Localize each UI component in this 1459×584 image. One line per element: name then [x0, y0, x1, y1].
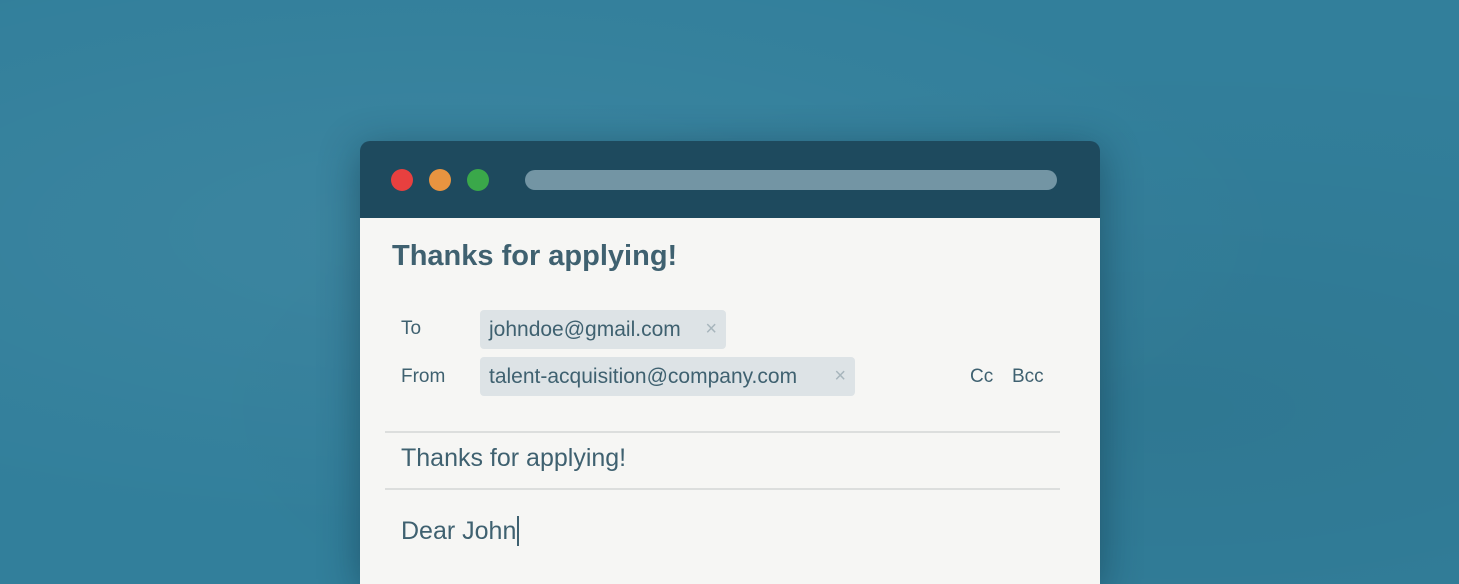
remove-sender-icon[interactable]: × — [834, 365, 846, 388]
message-body-text: Dear John — [401, 516, 517, 545]
from-label: From — [401, 366, 446, 387]
address-bar[interactable] — [525, 170, 1057, 190]
from-sender-chip[interactable]: talent-acquisition@company.com × — [480, 357, 855, 396]
to-recipient-email: johndoe@gmail.com — [489, 317, 681, 341]
cc-button[interactable]: Cc — [970, 366, 993, 388]
remove-recipient-icon[interactable]: × — [705, 318, 717, 341]
compose-content: Thanks for applying! To johndoe@gmail.co… — [360, 218, 1100, 584]
close-icon[interactable] — [391, 169, 413, 191]
divider — [385, 431, 1060, 433]
maximize-icon[interactable] — [467, 169, 489, 191]
message-body-field[interactable]: Dear John — [401, 516, 520, 546]
minimize-icon[interactable] — [429, 169, 451, 191]
email-title: Thanks for applying! — [392, 240, 678, 272]
text-cursor — [517, 516, 520, 546]
divider — [385, 488, 1060, 490]
subject-field[interactable]: Thanks for applying! — [401, 444, 626, 473]
window-titlebar — [360, 141, 1100, 218]
bcc-button[interactable]: Bcc — [1012, 366, 1044, 388]
from-sender-email: talent-acquisition@company.com — [489, 364, 798, 388]
to-recipient-chip[interactable]: johndoe@gmail.com × — [480, 310, 726, 349]
email-compose-window: Thanks for applying! To johndoe@gmail.co… — [360, 141, 1100, 584]
to-label: To — [401, 318, 422, 339]
